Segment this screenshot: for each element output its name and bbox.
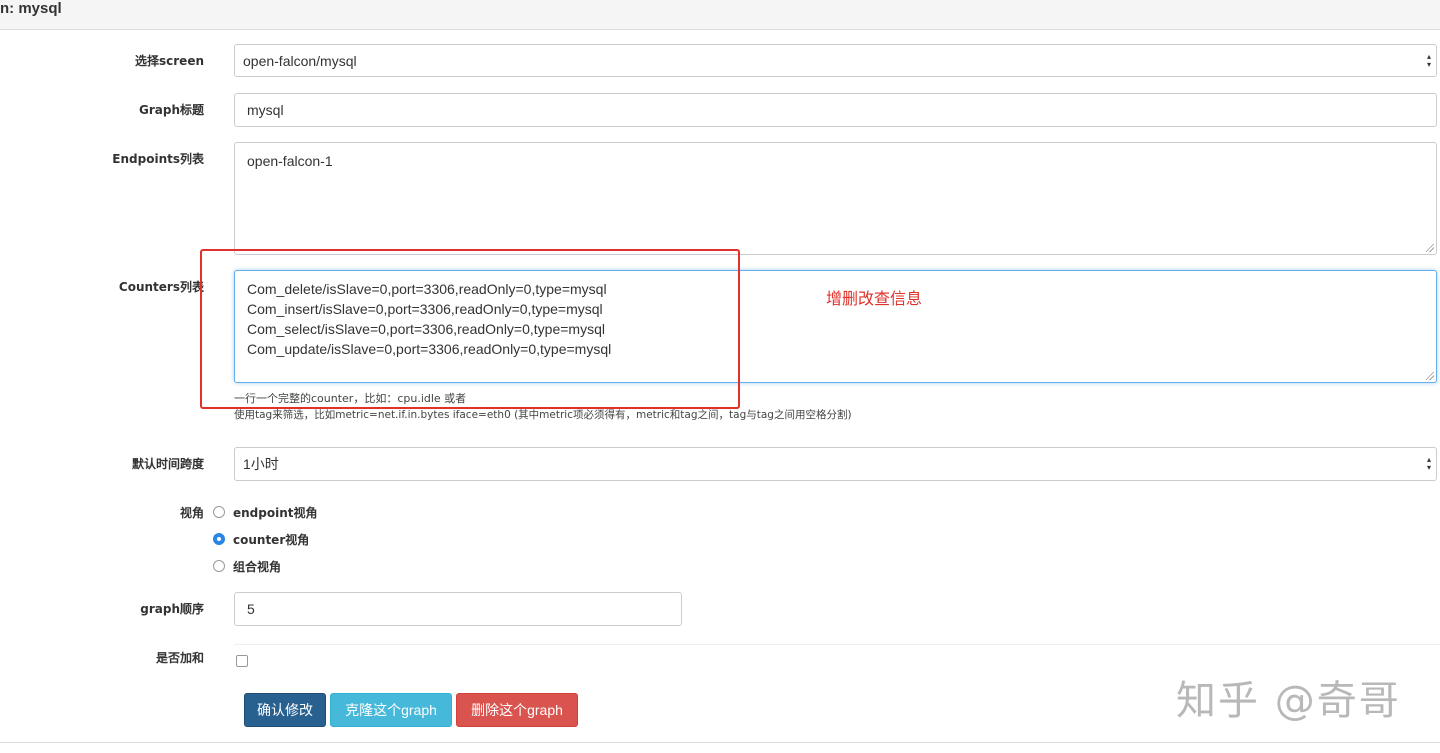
view-label: 视角 bbox=[179, 506, 204, 520]
watermark: 知乎 @奇哥 bbox=[1176, 678, 1401, 724]
counter-line: Com_insert/isSlave=0,port=3306,readOnly=… bbox=[247, 301, 603, 317]
graph-order-value: 5 bbox=[247, 601, 255, 617]
view-option-label: 组合视角 bbox=[233, 559, 282, 574]
radio-icon[interactable] bbox=[213, 506, 225, 518]
endpoints-label: Endpoints列表 bbox=[112, 152, 204, 166]
delete-graph-button[interactable]: 删除这个graph bbox=[456, 693, 578, 727]
clone-graph-button[interactable]: 克隆这个graph bbox=[330, 693, 452, 727]
view-option-counter[interactable]: counter视角 bbox=[213, 530, 309, 548]
counters-lines: Com_delete/isSlave=0,port=3306,readOnly=… bbox=[247, 279, 611, 359]
screen-label: 选择screen bbox=[135, 54, 204, 68]
endpoints-lines: open-falcon-1 bbox=[247, 151, 333, 171]
divider bbox=[234, 644, 1440, 645]
counters-help-line-1: 一行一个完整的counter，比如：cpu.idle 或者 bbox=[234, 392, 467, 405]
confirm-button[interactable]: 确认修改 bbox=[244, 693, 326, 727]
screen-select-value: open-falcon/mysql bbox=[243, 52, 357, 69]
timespan-label: 默认时间跨度 bbox=[131, 457, 204, 471]
divider bbox=[0, 742, 1440, 743]
counter-line: Com_select/isSlave=0,port=3306,readOnly=… bbox=[247, 321, 605, 337]
timespan-select-value: 1小时 bbox=[243, 456, 279, 472]
annotation-text: 增删改查信息 bbox=[826, 289, 923, 308]
timespan-select[interactable]: 1小时 bbox=[234, 447, 1437, 481]
graph-order-label: graph顺序 bbox=[140, 602, 204, 616]
graph-title-label: Graph标题 bbox=[139, 103, 204, 117]
view-option-endpoint[interactable]: endpoint视角 bbox=[213, 503, 318, 521]
view-option-label: endpoint视角 bbox=[233, 505, 318, 520]
endpoint-line: open-falcon-1 bbox=[247, 153, 333, 169]
graph-order-input[interactable]: 5 bbox=[234, 592, 682, 626]
graph-title-input[interactable]: mysql bbox=[234, 93, 1437, 127]
counter-line: Com_delete/isSlave=0,port=3306,readOnly=… bbox=[247, 281, 607, 297]
radio-icon[interactable] bbox=[213, 560, 225, 572]
counters-label: Counters列表 bbox=[118, 280, 204, 294]
sum-checkbox[interactable] bbox=[236, 655, 248, 667]
resize-handle[interactable] bbox=[1426, 372, 1434, 380]
graph-title-value: mysql bbox=[247, 102, 284, 118]
view-option-label: counter视角 bbox=[233, 532, 310, 547]
resize-handle[interactable] bbox=[1426, 244, 1434, 252]
sum-label: 是否加和 bbox=[155, 651, 204, 665]
screen-select[interactable]: open-falcon/mysql bbox=[234, 44, 1437, 77]
radio-checked-icon[interactable] bbox=[213, 533, 225, 545]
view-option-combined[interactable]: 组合视角 bbox=[213, 557, 281, 575]
top-bar: n: mysql bbox=[0, 0, 1440, 30]
counter-line: Com_update/isSlave=0,port=3306,readOnly=… bbox=[247, 341, 612, 357]
page-title: n: mysql bbox=[0, 0, 62, 17]
counters-help-line-2: 使用tag来筛选，比如metric=net.if.in.bytes iface=… bbox=[234, 409, 852, 421]
endpoints-textarea[interactable]: open-falcon-1 bbox=[234, 142, 1437, 255]
